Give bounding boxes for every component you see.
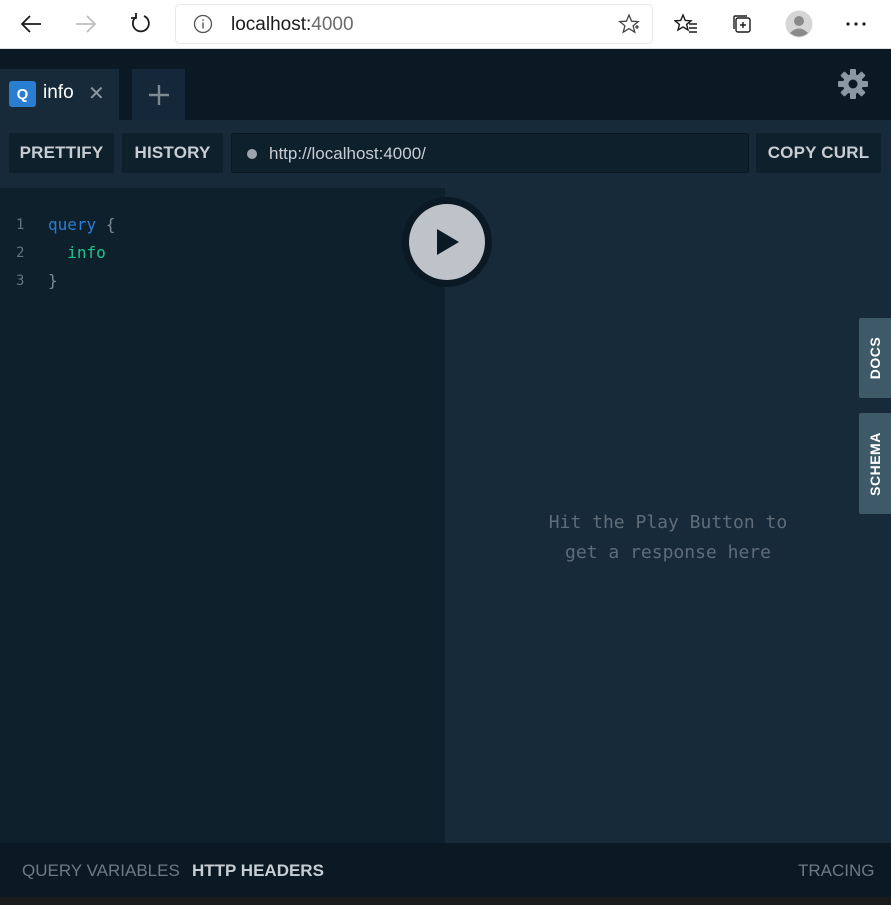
history-button[interactable]: HISTORY	[122, 133, 223, 173]
play-button-face	[409, 204, 485, 280]
tab-title: info	[43, 82, 74, 103]
placeholder-line-2: get a response here	[565, 542, 771, 563]
star-icon[interactable]	[618, 13, 640, 35]
address-url: localhost:4000	[231, 14, 354, 36]
forward-button[interactable]	[69, 8, 103, 40]
endpoint-url: http://localhost:4000/	[269, 144, 426, 163]
copy-curl-button[interactable]: COPY CURL	[756, 133, 881, 173]
line-number: 3	[16, 273, 25, 289]
open-brace: {	[96, 215, 116, 234]
result-placeholder: Hit the Play Button to get a response he…	[445, 508, 891, 568]
favorites-icon	[674, 13, 697, 33]
collections-icon	[733, 15, 751, 33]
tab-tracing[interactable]: TRACING	[798, 861, 875, 881]
tab-http-headers[interactable]: HTTP HEADERS	[192, 861, 324, 881]
arrow-left-icon	[20, 15, 41, 33]
arrow-right-icon	[76, 15, 97, 33]
query-editor[interactable]: 1 query { 2 info 3 }	[0, 188, 445, 843]
browser-toolbar: localhost:4000	[0, 0, 891, 49]
favorites-button[interactable]	[669, 8, 703, 40]
docs-tab-label: DOCS	[867, 336, 884, 380]
more-dots-icon	[846, 22, 866, 26]
refresh-button[interactable]	[124, 8, 158, 40]
bottom-panel-bar: QUERY VARIABLES HTTP HEADERS TRACING	[0, 843, 891, 897]
docs-tab[interactable]: DOCS	[859, 318, 891, 398]
info-icon[interactable]	[193, 14, 213, 34]
prettify-button[interactable]: PRETTIFY	[9, 133, 114, 173]
endpoint-input[interactable]: http://localhost:4000/	[231, 133, 749, 173]
avatar-icon	[785, 10, 813, 38]
close-brace: }	[48, 271, 58, 290]
plus-icon	[148, 84, 169, 105]
line-code: query {	[48, 215, 115, 234]
back-button[interactable]	[14, 8, 48, 40]
result-pane: Hit the Play Button to get a response he…	[445, 188, 891, 843]
line-number: 1	[16, 217, 25, 233]
window-bottom-edge	[0, 897, 891, 905]
keyword-query: query	[48, 215, 97, 234]
connection-status-dot	[247, 149, 257, 159]
address-bar[interactable]: localhost:4000	[176, 5, 652, 43]
placeholder-line-1: Hit the Play Button to	[548, 512, 788, 533]
gear-icon[interactable]	[837, 68, 869, 100]
close-icon[interactable]: ✕	[88, 81, 105, 106]
tab-query-variables[interactable]: QUERY VARIABLES	[22, 861, 180, 881]
query-badge: Q	[9, 81, 36, 107]
more-button[interactable]	[839, 8, 873, 40]
line-number: 2	[16, 245, 25, 261]
refresh-icon	[131, 13, 150, 33]
playground-tab-bar: Q info ✕	[0, 49, 891, 120]
profile-button[interactable]	[782, 8, 816, 40]
play-icon	[437, 229, 459, 255]
address-port: 4000	[311, 14, 354, 35]
address-host: localhost:	[231, 14, 312, 35]
collections-button[interactable]	[725, 8, 759, 40]
playground-toolbar: PRETTIFY HISTORY http://localhost:4000/ …	[0, 120, 891, 188]
tab-info[interactable]: Q info ✕	[0, 69, 119, 120]
execute-query-button[interactable]	[402, 197, 492, 287]
schema-tab-label: SCHEMA	[867, 431, 884, 496]
schema-tab[interactable]: SCHEMA	[859, 413, 891, 514]
field-info: info	[48, 243, 106, 262]
add-tab-button[interactable]	[132, 69, 185, 120]
